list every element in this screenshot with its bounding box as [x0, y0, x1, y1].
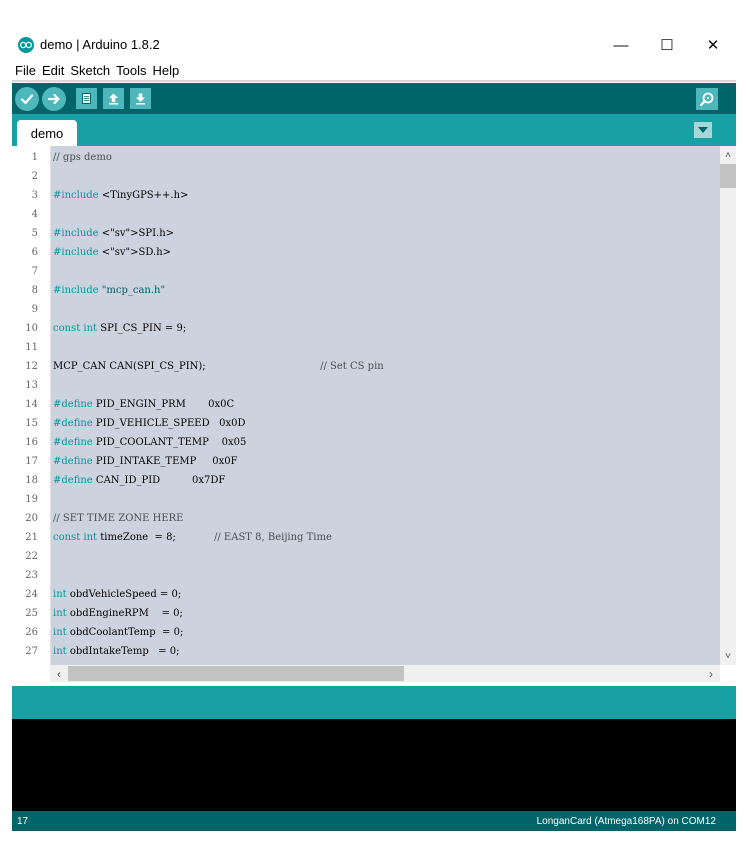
vertical-scroll-thumb[interactable] [720, 164, 736, 188]
code-line: #include <"sv">SD.h> [53, 247, 172, 258]
code-line: #include <TinyGPS++.h> [53, 190, 189, 201]
code-line: int obdVehicleSpeed = 0; [53, 589, 182, 600]
chevron-left-icon: ‹ [57, 666, 61, 681]
code-line: const int SPI_CS_PIN = 9; [53, 323, 187, 334]
status-board-port: LonganCard (Atmega168PA) on COM12 [536, 816, 716, 827]
code-line: #include <"sv">SPI.h> [53, 228, 175, 239]
horizontal-scroll-thumb[interactable] [68, 666, 404, 681]
line-number: 19 [25, 494, 38, 505]
code-line: // SET TIME ZONE HERE [53, 513, 184, 524]
line-number: 6 [31, 247, 38, 258]
line-number: 12 [25, 361, 38, 372]
line-number: 18 [25, 475, 38, 486]
menu-tools[interactable]: Tools [113, 62, 149, 80]
new-icon [82, 93, 91, 104]
verify-icon [20, 94, 34, 105]
code-line: #define CAN_ID_PID 0x7DF [53, 475, 226, 486]
line-number: 2 [31, 171, 38, 182]
status-line-number: 17 [17, 816, 29, 827]
code-line: #define PID_VEHICLE_SPEED 0x0D [53, 418, 246, 429]
scroll-right-button[interactable]: › [702, 665, 720, 682]
serial-monitor-button[interactable] [696, 88, 718, 110]
code-line: // gps demo [53, 152, 112, 163]
minimize-icon: — [613, 36, 629, 54]
line-number: 11 [25, 342, 38, 353]
vertical-scrollbar[interactable] [720, 146, 736, 665]
menu-edit[interactable]: Edit [39, 62, 67, 80]
line-number: 22 [25, 551, 38, 562]
arduino-logo-icon [18, 37, 34, 53]
menubar: File Edit Sketch Tools Help [12, 62, 182, 80]
upload-icon [47, 93, 60, 105]
menu-sketch[interactable]: Sketch [67, 62, 113, 80]
line-number: 24 [25, 589, 38, 600]
code-line: int obdIntakeTemp = 0; [53, 646, 180, 657]
minimize-button[interactable]: — [598, 32, 644, 58]
upload-button[interactable] [42, 87, 66, 111]
code-line: #define PID_INTAKE_TEMP 0x0F [53, 456, 238, 467]
scroll-up-button[interactable]: ˄ [720, 146, 736, 164]
code-line: MCP_CAN CAN(SPI_CS_PIN); // Set CS pin [53, 361, 384, 372]
chevron-right-icon: › [709, 666, 713, 681]
code-line: #define PID_COOLANT_TEMP 0x05 [53, 437, 247, 448]
line-number: 15 [25, 418, 38, 429]
save-icon [136, 93, 145, 105]
new-button[interactable] [76, 88, 97, 109]
menu-help[interactable]: Help [149, 62, 182, 80]
line-number: 27 [25, 646, 38, 657]
chevron-up-icon: ˄ [725, 149, 731, 161]
tab-demo[interactable]: demo [17, 120, 77, 146]
scroll-down-button[interactable]: ˅ [720, 647, 736, 665]
line-number: 26 [25, 627, 38, 638]
scroll-left-button[interactable]: ‹ [50, 665, 68, 682]
line-number: 8 [31, 285, 38, 296]
line-number: 13 [25, 380, 38, 391]
code-line: const int timeZone = 8; // EAST 8, Beiji… [53, 532, 332, 543]
line-number: 25 [25, 608, 38, 619]
close-button[interactable]: ✕ [690, 32, 736, 58]
maximize-button[interactable]: ☐ [644, 32, 690, 58]
triangle-down-icon [698, 127, 708, 133]
line-number: 5 [31, 228, 38, 239]
line-number: 7 [31, 266, 38, 277]
serial-monitor-icon [699, 92, 714, 107]
tab-menu-button[interactable] [694, 122, 712, 138]
line-number: 10 [25, 323, 38, 334]
code-line: int obdCoolantTemp = 0; [53, 627, 184, 638]
maximize-icon: ☐ [660, 37, 674, 54]
line-number: 14 [25, 399, 38, 410]
tab-strip [12, 114, 736, 146]
chevron-down-icon: ˅ [725, 650, 731, 662]
line-number: 9 [31, 304, 38, 315]
close-icon: ✕ [706, 37, 720, 54]
open-button[interactable] [103, 88, 124, 109]
code-line: int obdEngineRPM = 0; [53, 608, 183, 619]
verify-button[interactable] [15, 87, 39, 111]
line-number: 21 [25, 532, 38, 543]
menubar-divider [12, 80, 736, 82]
line-number: 17 [25, 456, 38, 467]
line-number: 20 [25, 513, 38, 524]
line-number: 16 [25, 437, 38, 448]
message-bar [12, 686, 736, 719]
code-line: #include "mcp_can.h" [53, 285, 166, 296]
menu-file[interactable]: File [12, 62, 39, 80]
line-number: 23 [25, 570, 38, 581]
code-lines: 1// gps demo 2 3 #include <TinyGPS++.h> 4 5 #i… [0, 148, 720, 663]
line-number: 4 [31, 209, 38, 220]
line-number: 3 [31, 190, 38, 201]
line-number: 1 [31, 152, 38, 163]
output-console[interactable] [12, 719, 736, 811]
save-button[interactable] [130, 88, 151, 109]
window-title: demo | Arduino 1.8.2 [40, 37, 160, 52]
open-icon [109, 93, 118, 105]
code-line: #define PID_ENGIN_PRM 0x0C [53, 399, 235, 410]
